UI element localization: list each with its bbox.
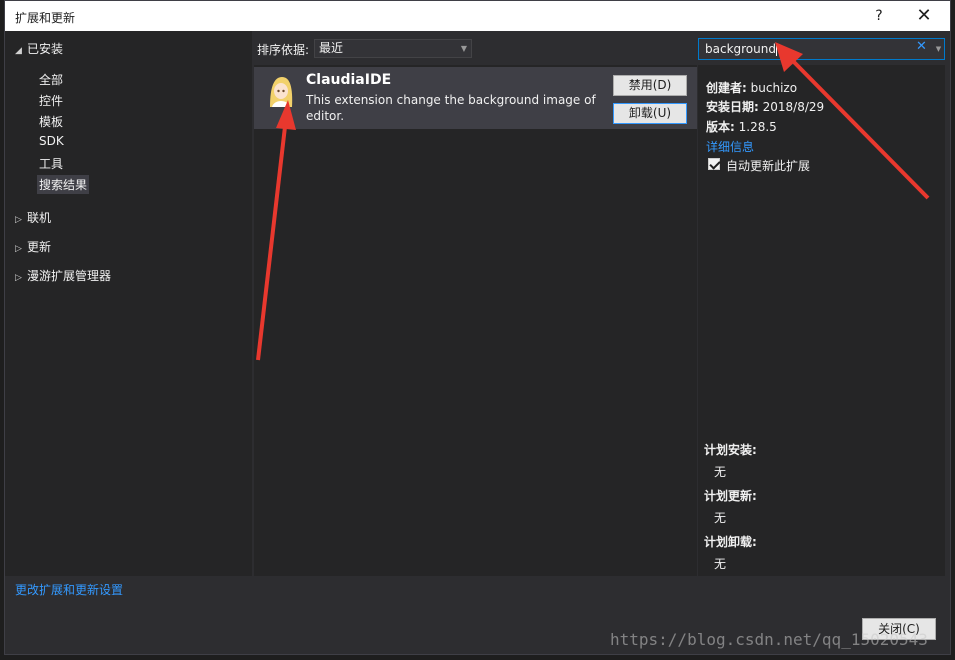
extension-description: This extension change the background ima… bbox=[306, 93, 596, 123]
creator-line: 创建者: buchizo bbox=[706, 81, 798, 95]
collapsed-arrow-icon: ▷ bbox=[15, 215, 22, 225]
nav-item-all[interactable]: 全部 bbox=[37, 70, 65, 89]
install-date-line: 安装日期: 2018/8/29 bbox=[706, 100, 825, 114]
collapsed-arrow-icon: ▷ bbox=[15, 244, 22, 254]
clear-search-icon[interactable]: ✕ bbox=[916, 39, 927, 54]
nav-updates[interactable]: ▷ 更新 bbox=[15, 238, 51, 255]
chevron-down-icon: ▼ bbox=[460, 44, 467, 53]
extension-list: ClaudiaIDE This extension change the bac… bbox=[254, 65, 697, 576]
version-line: 版本: 1.28.5 bbox=[706, 120, 777, 134]
search-options-chevron-icon[interactable]: ▼ bbox=[933, 38, 945, 60]
planned-install-value: 无 bbox=[714, 465, 727, 479]
more-info-link[interactable]: 详细信息 bbox=[706, 138, 754, 155]
nav-item-tools[interactable]: 工具 bbox=[37, 154, 65, 173]
nav-online[interactable]: ▷ 联机 bbox=[15, 209, 51, 226]
text-caret bbox=[775, 43, 777, 56]
nav-item-sdk[interactable]: SDK bbox=[37, 133, 66, 149]
category-nav: ◢ 已安装 全部 控件 模板 SDK 工具 搜索结果 ▷ 联机 ▷ 更新 ▷ 漫游扩展管… bbox=[5, 31, 252, 576]
disable-button[interactable]: 禁用(D) bbox=[613, 75, 687, 96]
expanded-arrow-icon: ◢ bbox=[15, 46, 22, 56]
window-title: 扩展和更新 bbox=[15, 11, 76, 25]
nav-installed[interactable]: ◢ 已安装 bbox=[15, 40, 63, 57]
settings-link[interactable]: 更改扩展和更新设置 bbox=[15, 581, 123, 598]
extension-name: ClaudiaIDE bbox=[306, 72, 392, 88]
sort-select[interactable]: 最近 ▼ bbox=[314, 39, 472, 58]
extension-row[interactable]: ClaudiaIDE This extension change the bac… bbox=[254, 67, 697, 129]
search-input[interactable]: background bbox=[698, 38, 934, 60]
planned-uninstall-value: 无 bbox=[714, 557, 727, 571]
details-pane: 创建者: buchizo 安装日期: 2018/8/29 版本: 1.28.5 … bbox=[698, 65, 945, 576]
claudia-avatar-icon bbox=[262, 73, 298, 109]
planned-uninstall-label: 计划卸载: bbox=[704, 535, 757, 549]
planned-update-label: 计划更新: bbox=[704, 489, 757, 503]
collapsed-arrow-icon: ▷ bbox=[15, 273, 22, 283]
extensions-dialog: 扩展和更新 ? ✕ ◢ 已安装 全部 控件 模板 SDK 工具 搜索结果 ▷ 联机 … bbox=[4, 0, 951, 655]
nav-item-templates[interactable]: 模板 bbox=[37, 112, 65, 131]
uninstall-button[interactable]: 卸载(U) bbox=[613, 103, 687, 124]
auto-update-checkbox[interactable] bbox=[708, 158, 720, 170]
sort-label: 排序依据: bbox=[257, 43, 310, 57]
nav-roaming[interactable]: ▷ 漫游扩展管理器 bbox=[15, 267, 111, 284]
planned-update-value: 无 bbox=[714, 511, 727, 525]
auto-update-label: 自动更新此扩展 bbox=[726, 159, 811, 173]
close-window-button[interactable]: ✕ bbox=[912, 5, 936, 27]
planned-install-label: 计划安装: bbox=[704, 443, 757, 457]
title-bar: 扩展和更新 ? ✕ bbox=[5, 1, 950, 31]
nav-item-controls[interactable]: 控件 bbox=[37, 91, 65, 110]
help-button[interactable]: ? bbox=[867, 5, 891, 27]
nav-item-search-results[interactable]: 搜索结果 bbox=[37, 175, 90, 194]
watermark: https://blog.csdn.net/qq_15020543 bbox=[610, 630, 928, 649]
